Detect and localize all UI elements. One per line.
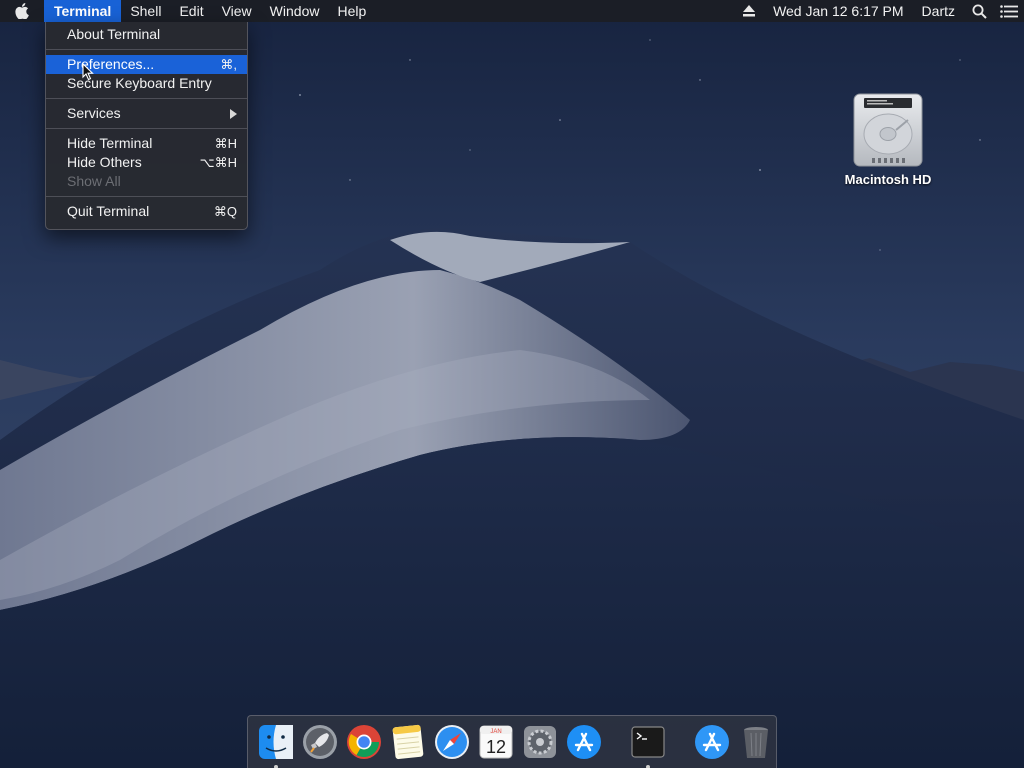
dock-finder[interactable] [257, 723, 295, 768]
dock-system-preferences[interactable] [521, 723, 559, 761]
menu-view[interactable]: View [213, 0, 261, 22]
calendar-icon: JAN 12 [479, 725, 513, 759]
menu-window[interactable]: Window [261, 0, 329, 22]
shortcut-preferences: ⌘, [220, 57, 237, 72]
calendar-day: 12 [486, 737, 506, 757]
menu-terminal[interactable]: Terminal [44, 0, 122, 22]
menu-item-hide-others[interactable]: Hide Others ⌥⌘H [46, 153, 247, 172]
dock-terminal[interactable] [629, 723, 667, 768]
spotlight-search-icon[interactable] [964, 0, 994, 22]
chrome-browser-icon [347, 725, 381, 759]
calendar-month: JAN [490, 729, 501, 735]
submenu-arrow-icon [230, 108, 237, 119]
finder-icon [259, 725, 293, 759]
safari-compass-icon [435, 725, 469, 759]
menu-separator [46, 128, 247, 129]
trash-icon [744, 727, 768, 758]
clock[interactable]: Wed Jan 12 6:17 PM [764, 3, 912, 19]
menu-item-about-terminal[interactable]: About Terminal [46, 25, 247, 44]
gear-icon [524, 726, 556, 758]
menu-separator [46, 98, 247, 99]
dock-notes[interactable] [389, 723, 427, 761]
menu-bar: Terminal Shell Edit View Window Help Wed… [0, 0, 1024, 22]
shortcut-quit-terminal: ⌘Q [213, 204, 237, 219]
notes-icon [392, 724, 424, 760]
menu-help[interactable]: Help [328, 0, 375, 22]
menu-separator [46, 49, 247, 50]
menu-item-preferences[interactable]: Preferences... ⌘, [46, 55, 247, 74]
menu-item-hide-terminal[interactable]: Hide Terminal ⌘H [46, 134, 247, 153]
shortcut-hide-others: ⌥⌘H [199, 155, 237, 170]
app-store-icon [567, 725, 601, 759]
menu-separator [46, 196, 247, 197]
apple-logo-icon [15, 3, 29, 19]
terminal-icon [631, 726, 665, 758]
dock-chrome[interactable] [345, 723, 383, 761]
macintosh-hd-label: Macintosh HD [844, 172, 932, 187]
launchpad-rocket-icon [303, 725, 337, 759]
dock-app-store[interactable] [565, 723, 603, 761]
mouse-cursor-icon [82, 62, 94, 86]
dock-launchpad[interactable] [301, 723, 339, 761]
dock-trash[interactable] [737, 723, 775, 761]
menu-shell[interactable]: Shell [121, 0, 170, 22]
menu-item-secure-keyboard-entry[interactable]: Secure Keyboard Entry [46, 74, 247, 93]
notification-center-icon[interactable] [994, 0, 1024, 22]
menu-edit[interactable]: Edit [170, 0, 212, 22]
menu-item-services[interactable]: Services [46, 104, 247, 123]
macintosh-hd-desktop-icon[interactable]: Macintosh HD [838, 92, 938, 204]
menu-item-show-all: Show All [67, 173, 121, 189]
dock-safari[interactable] [433, 723, 471, 761]
terminal-app-menu: About Terminal Preferences... ⌘, Secure … [45, 22, 248, 230]
eject-icon[interactable] [734, 0, 764, 22]
user-name[interactable]: Dartz [913, 3, 964, 19]
apple-menu[interactable] [0, 0, 44, 22]
shortcut-hide-terminal: ⌘H [214, 136, 237, 151]
app-store-download-icon [695, 725, 729, 759]
dock-calendar[interactable]: JAN 12 [477, 723, 515, 761]
dock: JAN 12 [247, 715, 777, 768]
menu-item-quit-terminal[interactable]: Quit Terminal ⌘Q [46, 202, 247, 221]
menu-bar-status-area: Wed Jan 12 6:17 PM Dartz [734, 0, 1024, 22]
dock-downloads-stack[interactable] [693, 723, 731, 761]
hard-drive-icon [853, 93, 923, 167]
